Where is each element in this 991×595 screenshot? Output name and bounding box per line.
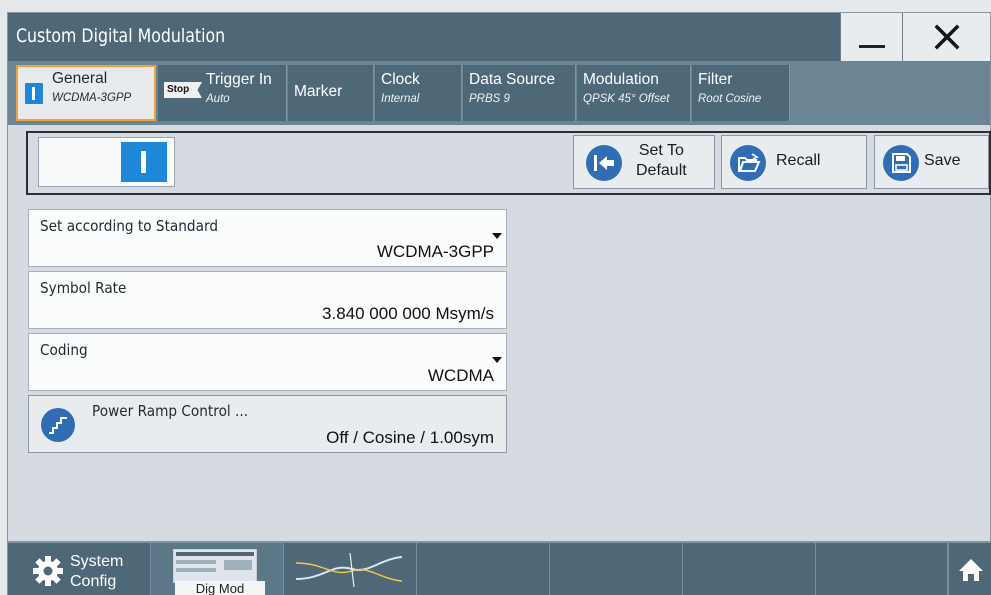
- folder-open-icon: [730, 145, 766, 181]
- tab-sublabel: Root Cosine: [698, 93, 762, 105]
- set-default-arrow-icon: [586, 145, 622, 181]
- dig-mod-label: Dig Mod: [175, 581, 265, 595]
- waveform-icon: [295, 552, 403, 588]
- toggle-on-knob: [121, 142, 167, 182]
- recall-button[interactable]: Recall: [721, 135, 867, 189]
- control-toolbar: Set To Default Recall Save: [26, 131, 991, 195]
- tab-marker[interactable]: Marker: [288, 65, 374, 121]
- set-default-label: Set To Default: [636, 141, 687, 181]
- save-label: Save: [924, 152, 961, 169]
- taskbar: System Config Dig Mod: [8, 541, 991, 595]
- home-icon: [959, 559, 983, 581]
- dialog-window: Custom Digital Modulation General WCDMA-…: [7, 12, 991, 595]
- tab-label: Modulation: [583, 71, 659, 88]
- set-to-default-button[interactable]: Set To Default: [573, 135, 715, 189]
- symbol-rate-value: 3.840 000 000 Msym/s: [322, 304, 494, 323]
- tab-clock[interactable]: Clock Internal: [375, 65, 462, 121]
- tab-trigger-in[interactable]: Stop Trigger In Auto: [158, 65, 287, 121]
- close-button[interactable]: [902, 13, 990, 61]
- tab-filter[interactable]: Filter Root Cosine: [692, 65, 790, 121]
- recall-label: Recall: [776, 152, 821, 169]
- dropdown-caret-icon: [492, 357, 502, 363]
- tab-sublabel: Auto: [206, 93, 230, 105]
- title-bar: Custom Digital Modulation: [8, 13, 990, 61]
- set-default-line1: Set To: [638, 142, 684, 159]
- task-slot[interactable]: [816, 543, 948, 595]
- tab-sublabel: WCDMA-3GPP: [52, 92, 132, 104]
- symbol-rate-label: Symbol Rate: [40, 279, 127, 297]
- power-ramp-icon: [41, 408, 75, 442]
- tab-sublabel: Internal: [381, 93, 420, 105]
- tab-label: Marker: [294, 83, 343, 100]
- tab-label: Filter: [698, 71, 733, 88]
- close-icon: [934, 24, 959, 50]
- power-ramp-control-button[interactable]: Power Ramp Control ... Off / Cosine / 1.…: [28, 395, 507, 453]
- tab-bar: General WCDMA-3GPP Stop Trigger In Auto …: [8, 61, 990, 125]
- power-ramp-label: Power Ramp Control ...: [92, 402, 249, 420]
- dig-mod-thumbnail-icon: [173, 549, 257, 583]
- save-button[interactable]: Save: [874, 135, 989, 189]
- dig-mod-task[interactable]: Dig Mod: [151, 543, 284, 595]
- tab-sublabel: PRBS 9: [469, 93, 510, 105]
- graphics-task[interactable]: [284, 543, 417, 595]
- tab-modulation[interactable]: Modulation QPSK 45° Offset: [577, 65, 691, 121]
- tab-label: General: [52, 70, 108, 87]
- standard-dropdown[interactable]: Set according to Standard WCDMA-3GPP: [28, 209, 507, 267]
- state-toggle[interactable]: [38, 137, 175, 187]
- task-slot[interactable]: [417, 543, 550, 595]
- task-slot[interactable]: [550, 543, 683, 595]
- symbol-rate-field[interactable]: Symbol Rate 3.840 000 000 Msym/s: [28, 271, 507, 329]
- floppy-disk-icon: [883, 145, 919, 181]
- minimize-icon: [858, 44, 885, 48]
- tab-general[interactable]: General WCDMA-3GPP: [16, 65, 156, 121]
- home-button[interactable]: [948, 543, 991, 595]
- state-on-indicator-icon: [25, 83, 43, 104]
- tab-sublabel: QPSK 45° Offset: [583, 93, 670, 105]
- standard-value: WCDMA-3GPP: [376, 242, 494, 261]
- tab-label: Trigger In: [206, 71, 272, 88]
- tab-label: Data Source: [469, 71, 556, 88]
- coding-value: WCDMA: [427, 366, 494, 385]
- coding-dropdown[interactable]: Coding WCDMA: [28, 333, 507, 391]
- tab-data-source[interactable]: Data Source PRBS 9: [463, 65, 576, 121]
- system-config-line2: Config: [70, 573, 117, 590]
- task-slot[interactable]: [683, 543, 816, 595]
- minimize-button[interactable]: [840, 13, 902, 61]
- stop-badge: Stop: [164, 82, 202, 98]
- tab-label: Clock: [381, 71, 420, 88]
- set-default-line2: Default: [636, 162, 687, 179]
- power-ramp-value: Off / Cosine / 1.00sym: [326, 428, 494, 447]
- system-config-button[interactable]: System Config: [8, 543, 151, 595]
- dropdown-caret-icon: [492, 233, 502, 239]
- gear-icon: [33, 556, 63, 586]
- window-title: Custom Digital Modulation: [16, 25, 226, 47]
- system-config-line1: System: [70, 553, 124, 570]
- standard-label: Set according to Standard: [40, 217, 218, 235]
- coding-label: Coding: [40, 341, 88, 359]
